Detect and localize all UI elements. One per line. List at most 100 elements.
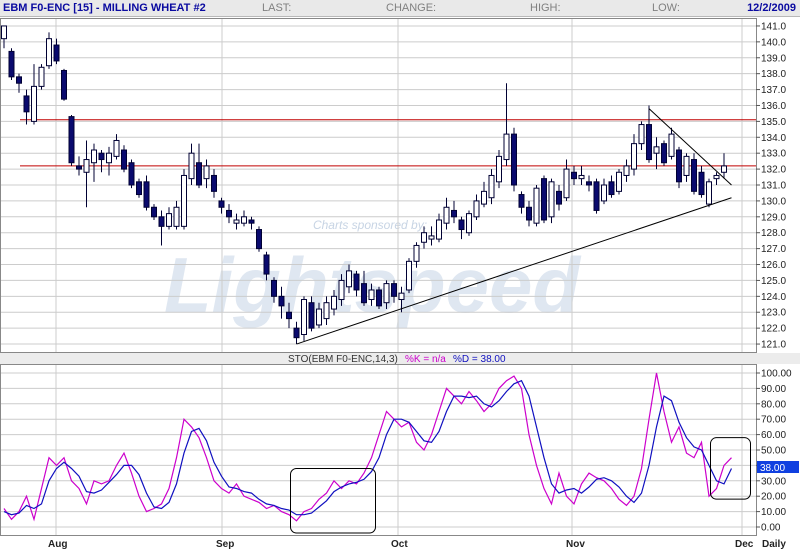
candle-body — [586, 181, 592, 186]
candle-body — [668, 133, 675, 157]
candle-body — [286, 311, 292, 320]
stochastic-tick-label: 20.00 — [761, 492, 786, 503]
candle-body — [623, 165, 630, 176]
candle-body — [136, 181, 142, 196]
candle-body — [593, 181, 600, 211]
stochastic-annotation-boxes — [290, 437, 751, 534]
candle-body — [188, 152, 195, 180]
candle-body — [556, 190, 562, 205]
stochastic-tick-label: 80.00 — [761, 399, 786, 410]
k-value-label: %K = n/a — [405, 354, 446, 365]
candle-body — [436, 219, 442, 240]
stochastic-tick-label: 70.00 — [761, 415, 786, 426]
candle-body — [293, 327, 300, 339]
candle-body — [526, 206, 532, 221]
candle-body — [563, 168, 570, 199]
chart-canvas: Charts sponsored by: Lightspeed 141.0 140… — [0, 18, 800, 550]
candle-body — [46, 38, 52, 67]
candle-body — [511, 133, 517, 186]
price-tick-label: 140.0 — [761, 37, 786, 48]
candle-body — [383, 283, 390, 304]
candle-body — [631, 143, 637, 170]
candle-body — [166, 213, 172, 227]
price-tick-label: 141.0 — [761, 21, 786, 32]
candle-body — [233, 219, 240, 224]
stochastic-d-line — [3, 379, 733, 516]
stochastic-tick-label: 50.00 — [761, 446, 786, 457]
candle-body — [473, 200, 480, 218]
candle-body — [76, 165, 82, 170]
candle-body — [23, 95, 30, 113]
candle-body — [661, 143, 667, 164]
candle-body — [406, 260, 412, 291]
candle-body — [571, 171, 577, 180]
candle-body — [31, 85, 37, 122]
candle-body — [533, 187, 540, 224]
candle-body — [98, 152, 105, 161]
price-tick-label: 138.0 — [761, 69, 786, 80]
stochastic-tick-label: 10.00 — [761, 507, 786, 518]
stochastic-tick-label: 90.00 — [761, 384, 786, 395]
candle-body — [451, 209, 457, 218]
candle-body — [548, 181, 555, 218]
candle-body — [316, 308, 322, 326]
indicator-title-bar — [0, 353, 800, 364]
price-tick-label: 126.0 — [761, 260, 786, 271]
price-tick-label: 133.0 — [761, 149, 786, 160]
candle-body — [391, 283, 397, 297]
candle-body — [368, 289, 375, 301]
candle-body — [143, 181, 150, 208]
candle-body — [646, 124, 652, 161]
price-y-axis: 141.0 140.0 139.0 138.0 137.0 136.0 135.0 134.0… — [756, 21, 786, 351]
sponsor-watermark-text: Charts sponsored by: — [313, 218, 427, 232]
candle-body — [713, 174, 720, 180]
x-axis-label: Nov — [566, 539, 585, 550]
candle-body — [578, 174, 585, 180]
last-value-text: 38.00 — [760, 463, 785, 474]
price-tick-label: 122.0 — [761, 324, 786, 335]
candle-body — [248, 219, 255, 224]
resistance-lines — [20, 119, 756, 167]
candle-body — [226, 209, 232, 218]
annotation-box — [710, 437, 751, 500]
candle-body — [721, 165, 727, 173]
candle-body — [323, 302, 330, 320]
x-axis-label: Sep — [216, 539, 234, 550]
stochastic-grid — [1, 365, 756, 535]
candle-body — [458, 219, 465, 231]
candle-body — [241, 216, 247, 224]
price-tick-label: 131.0 — [761, 181, 786, 192]
candle-body — [301, 299, 307, 336]
candle-body — [106, 152, 112, 164]
stochastic-lines — [3, 372, 733, 522]
stochastic-tick-label: 100.00 — [761, 369, 792, 380]
price-tick-label: 137.0 — [761, 85, 786, 96]
x-axis-label: Dec — [735, 539, 754, 550]
candle-body — [263, 254, 270, 275]
price-tick-label: 136.0 — [761, 101, 786, 112]
price-tick-label: 135.0 — [761, 117, 786, 128]
price-tick-label: 127.0 — [761, 244, 786, 255]
candle-body — [496, 155, 502, 183]
candle-body — [638, 124, 645, 145]
stochastic-tick-label: 60.00 — [761, 430, 786, 441]
annotation-box — [290, 467, 376, 534]
candle-body — [676, 149, 682, 183]
candle-body — [113, 139, 120, 157]
candle-body — [271, 279, 277, 297]
candle-body — [218, 200, 225, 208]
candle-body — [601, 184, 607, 202]
candle-body — [158, 216, 165, 227]
candle-body — [691, 159, 697, 192]
candle-body — [308, 302, 315, 329]
candle-body — [256, 229, 262, 250]
candle-body — [488, 174, 495, 199]
candle-body — [518, 194, 525, 208]
x-axis-label: Oct — [391, 539, 408, 550]
candle-body — [421, 232, 427, 243]
candle-body — [361, 283, 367, 304]
x-axis-label: Daily — [762, 539, 786, 550]
candle-body — [211, 174, 217, 192]
candle-body — [428, 235, 435, 240]
candle-body — [466, 213, 472, 234]
